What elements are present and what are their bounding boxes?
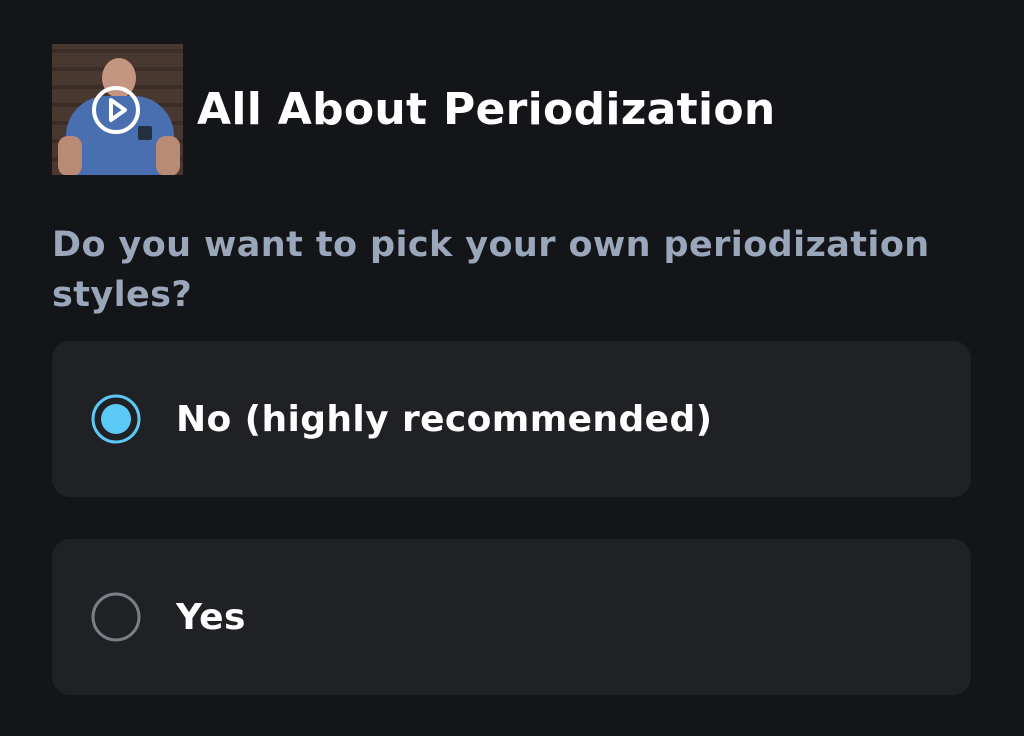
- option-yes-label: Yes: [176, 596, 246, 638]
- option-yes[interactable]: Yes: [52, 539, 971, 695]
- video-title[interactable]: All About Periodization: [197, 84, 776, 135]
- video-row[interactable]: All About Periodization: [52, 44, 776, 175]
- option-no[interactable]: No (highly recommended): [52, 341, 971, 497]
- option-no-label: No (highly recommended): [176, 398, 713, 440]
- video-thumbnail[interactable]: [52, 44, 183, 175]
- thumbnail-person-arm: [58, 136, 82, 175]
- play-circle-icon[interactable]: [90, 84, 142, 136]
- periodization-panel: All About Periodization Do you want to p…: [0, 0, 1024, 736]
- question-text: Do you want to pick your own periodizati…: [52, 225, 930, 315]
- thumbnail-person-arm: [156, 136, 180, 175]
- radio-unselected-icon[interactable]: [90, 591, 142, 643]
- radio-selected-icon[interactable]: [90, 393, 142, 445]
